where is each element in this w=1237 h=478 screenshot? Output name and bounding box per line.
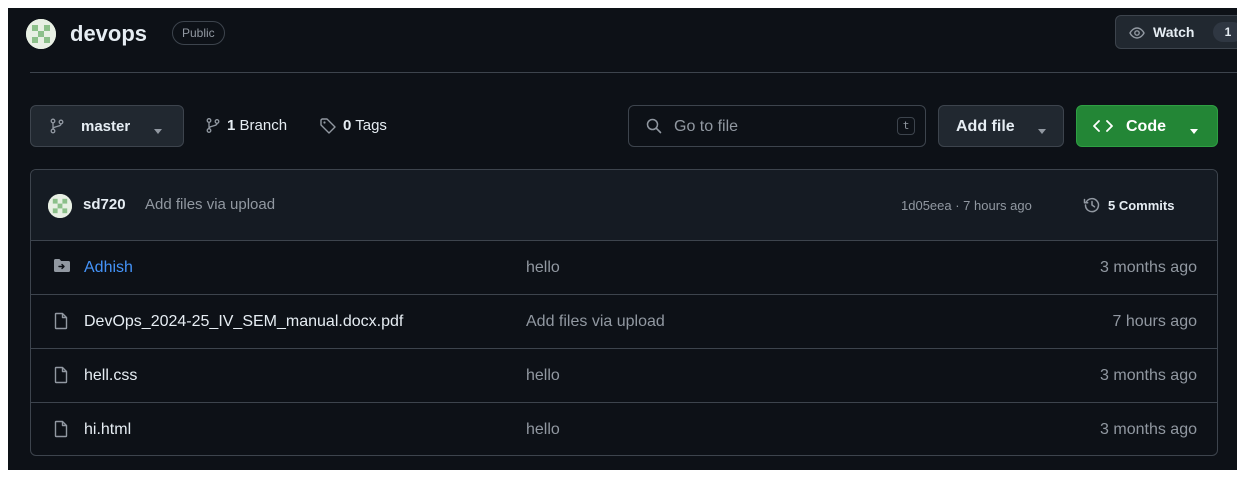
latest-commit-bar: sd720 Add files via upload 1d05eea · 7 h…: [31, 170, 1217, 241]
watch-count: 1: [1213, 22, 1237, 42]
branch-count-text: 1 Branch: [227, 117, 287, 135]
tag-icon: [319, 117, 337, 140]
header-divider: [30, 72, 1237, 73]
file-commit-message[interactable]: hello: [526, 420, 560, 439]
branch-count-number: 1: [227, 117, 236, 134]
code-button[interactable]: Code: [1076, 105, 1218, 147]
git-branch-icon: [205, 117, 221, 139]
file-name-link[interactable]: hi.html: [84, 420, 131, 439]
branch-name: master: [81, 118, 131, 135]
branch-count-label: Branch: [239, 117, 288, 134]
file-commit-date: 3 months ago: [1100, 421, 1197, 438]
eye-icon: [1129, 25, 1145, 46]
table-row[interactable]: hi.html hello 3 months ago: [31, 403, 1217, 455]
commit-message-link[interactable]: Add files via upload: [145, 196, 275, 214]
triangle-down-icon: [153, 123, 163, 141]
file-commit-message[interactable]: hello: [526, 258, 560, 277]
file-name-link[interactable]: Adhish: [84, 258, 133, 277]
repo-name-link[interactable]: devops: [70, 20, 147, 48]
go-to-file-input[interactable]: Go to file t: [628, 105, 926, 147]
git-branch-icon: [49, 118, 65, 139]
branch-select-button[interactable]: master: [30, 105, 184, 147]
history-icon: [1083, 196, 1101, 219]
commit-author-link[interactable]: sd720: [83, 196, 126, 214]
table-row[interactable]: Adhish hello 3 months ago: [31, 241, 1217, 295]
watch-label: Watch: [1153, 24, 1195, 40]
keyboard-shortcut-hint: t: [897, 117, 915, 135]
visibility-badge: Public: [172, 21, 225, 45]
add-file-label: Add file: [956, 118, 1015, 135]
file-icon: [53, 420, 69, 443]
file-commit-message[interactable]: hello: [526, 366, 560, 385]
table-row[interactable]: DevOps_2024-25_IV_SEM_manual.docx.pdf Ad…: [31, 295, 1217, 349]
triangle-down-icon: [1037, 123, 1047, 141]
file-list: sd720 Add files via upload 1d05eea · 7 h…: [30, 169, 1218, 456]
code-icon: [1093, 119, 1113, 138]
file-icon: [53, 366, 69, 389]
file-commit-date: 3 months ago: [1100, 367, 1197, 384]
table-row[interactable]: hell.css hello 3 months ago: [31, 349, 1217, 403]
search-icon: [646, 118, 662, 139]
commits-link[interactable]: 5 Commits: [1108, 198, 1174, 214]
file-directory-icon: [53, 258, 71, 279]
go-to-file-placeholder: Go to file: [674, 118, 739, 135]
repo-avatar-icon[interactable]: [26, 19, 56, 49]
file-commit-date: 7 hours ago: [1112, 313, 1197, 330]
tag-count-label: Tags: [355, 117, 387, 134]
file-commit-date: 3 months ago: [1100, 259, 1197, 276]
add-file-button[interactable]: Add file: [938, 105, 1064, 147]
watch-button[interactable]: Watch 1: [1115, 15, 1237, 49]
tag-count-text: 0 Tags: [343, 117, 387, 135]
repo-page: devops Public Watch 1 master 1 Branch 0 …: [8, 8, 1237, 470]
file-name-link[interactable]: hell.css: [84, 366, 137, 385]
avatar[interactable]: [48, 194, 72, 218]
file-name-link[interactable]: DevOps_2024-25_IV_SEM_manual.docx.pdf: [84, 312, 403, 331]
triangle-down-icon: [1189, 123, 1199, 141]
code-label: Code: [1126, 118, 1166, 135]
file-icon: [53, 312, 69, 335]
file-commit-message[interactable]: Add files via upload: [526, 312, 665, 331]
commit-hash-time[interactable]: 1d05eea · 7 hours ago: [901, 198, 1032, 214]
tag-count-number: 0: [343, 117, 352, 134]
